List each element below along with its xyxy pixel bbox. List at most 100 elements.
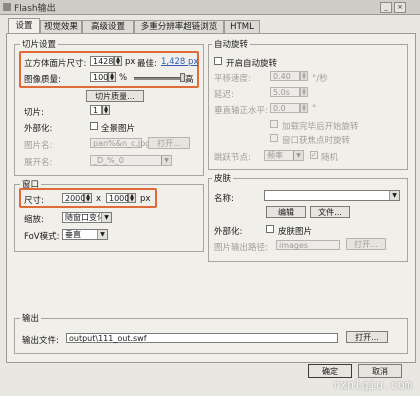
enable-autorotate-checkbox[interactable]	[214, 57, 222, 65]
tab-advanced[interactable]: 高级设置	[82, 20, 134, 34]
start-after-load-label: 加载完毕后开始旋转	[282, 122, 359, 132]
filename-select[interactable]: _D_%_0 ▼	[90, 155, 172, 166]
ok-button[interactable]: 确定	[308, 364, 352, 378]
speed-label: 平移速度:	[214, 74, 251, 84]
chevron-down-icon: ▼	[293, 151, 303, 160]
all-images-checkbox[interactable]	[90, 122, 98, 130]
skin-externalize-label: 外部化:	[214, 227, 243, 237]
watermark: rxnlqiu.com	[332, 378, 412, 392]
skin-legend: 皮肤	[212, 172, 234, 184]
random-label: 随机	[321, 153, 339, 163]
tab-visual-effects[interactable]: 视觉效果	[40, 20, 82, 34]
fov-mode-select[interactable]: 垂直 ▼	[62, 229, 108, 240]
title-bar: Flash输出 _ ×	[0, 0, 420, 15]
size-x-label: x	[96, 194, 102, 204]
slices-stepper[interactable]: ▲ ▼	[102, 105, 110, 115]
autorotate-legend: 自动旋转	[212, 38, 251, 50]
image-quality-input[interactable]: 100	[90, 72, 108, 82]
return-horizon-stepper[interactable]: ▲ ▼	[300, 103, 308, 113]
filename-value: _D_%_0	[93, 156, 124, 165]
image-quality-label: 图像质量:	[24, 75, 61, 85]
window-title: Flash输出	[14, 4, 56, 14]
app-icon	[3, 3, 11, 11]
image-quality-stepper[interactable]: ▲ ▼	[108, 72, 116, 82]
tab-multires[interactable]: 多重分辨率超链浏览	[134, 20, 224, 34]
quality-high-label: 高	[185, 75, 194, 85]
skin-edit-button[interactable]: 编辑	[266, 206, 306, 218]
delay-label: 延迟:	[214, 90, 234, 100]
output-open-button[interactable]: 打开...	[346, 331, 388, 343]
chevron-down-icon: ▼	[101, 213, 111, 222]
tab-label: 多重分辨率超链浏览	[140, 22, 218, 32]
cube-face-size-input[interactable]: 1428	[90, 56, 114, 66]
fov-value: 垂直	[65, 230, 81, 239]
image-output-path-label: 图片输出路径:	[214, 243, 268, 253]
tab-label: 视觉效果	[43, 22, 78, 32]
return-horizon-input[interactable]: 0.0	[270, 103, 300, 113]
cancel-button[interactable]: 取消	[358, 364, 402, 378]
window-width-stepper[interactable]: ▲ ▼	[84, 193, 92, 203]
cube-face-size-label: 立方体面片尺寸:	[24, 59, 87, 69]
random-checkbox[interactable]: ✓	[310, 151, 318, 159]
output-file-input[interactable]: output\111_out.swf	[66, 333, 338, 343]
scale-label: 缩放:	[24, 215, 44, 225]
tab-label: 设置	[15, 21, 33, 31]
window-width-input[interactable]: 2000	[62, 193, 85, 203]
rotate-on-focus-label: 窗口获焦点时旋转	[282, 136, 351, 146]
tab-html[interactable]: HTML	[224, 20, 260, 34]
image-name-input[interactable]: pan%&n_c.jpg	[90, 138, 150, 148]
window-size-label: 尺寸:	[24, 196, 44, 206]
all-images-label: 全景图片	[101, 124, 136, 134]
speed-input[interactable]: 0.40	[270, 71, 300, 81]
slices-label: 切片:	[24, 108, 44, 118]
tab-label: 高级设置	[90, 22, 125, 32]
tab-settings[interactable]: 设置	[8, 18, 40, 34]
image-name-label: 图片名:	[24, 141, 53, 151]
skin-name-select[interactable]: ▼	[264, 190, 400, 201]
minimize-icon[interactable]: _	[380, 2, 392, 13]
fov-mode-label: FoV模式:	[24, 232, 60, 242]
jump-node-value: 频率	[267, 151, 283, 160]
chevron-down-icon: ▼	[389, 191, 399, 200]
scale-select[interactable]: 随窗口变化 ▼	[62, 212, 112, 223]
skin-file-button[interactable]: 文件...	[310, 206, 350, 218]
speed-unit: °/秒	[312, 74, 328, 84]
return-horizon-label: 垂直轴正水平:	[214, 106, 268, 116]
window-height-stepper[interactable]: ▲ ▼	[128, 193, 136, 203]
rotate-on-focus-checkbox[interactable]	[270, 134, 278, 142]
image-quality-slider[interactable]	[134, 77, 182, 80]
delay-stepper[interactable]: ▲ ▼	[300, 87, 308, 97]
scale-value: 随窗口变化	[65, 213, 105, 222]
window-height-input[interactable]: 1000	[106, 193, 129, 203]
externalize-label: 外部化:	[24, 124, 53, 134]
slices-input[interactable]: 1	[90, 105, 102, 115]
best-value-link[interactable]: 1,428 px	[161, 57, 198, 67]
chevron-down-icon: ▼	[97, 230, 107, 239]
skin-images-checkbox[interactable]	[266, 225, 274, 233]
output-legend: 输出	[20, 312, 42, 324]
output-file-label: 输出文件:	[22, 336, 59, 346]
size-unit: px	[125, 57, 136, 67]
window-size-unit: px	[140, 194, 151, 204]
image-output-path-input[interactable]: images	[276, 240, 340, 250]
slice-settings-legend: 切片设置	[20, 38, 59, 50]
chevron-down-icon: ▼	[161, 156, 171, 165]
filename-label: 展开名:	[24, 158, 53, 168]
skin-images-label: 皮肤图片	[278, 227, 313, 237]
slice-quality-button[interactable]: 切片质量...	[86, 90, 144, 102]
jump-node-select[interactable]: 频率 ▼	[264, 150, 304, 161]
speed-stepper[interactable]: ▲ ▼	[300, 71, 308, 81]
delay-input[interactable]: 5.0s	[270, 87, 300, 97]
close-icon[interactable]: ×	[394, 2, 406, 13]
skin-name-label: 名称:	[214, 194, 234, 204]
quality-unit: %	[119, 73, 128, 83]
enable-autorotate-label: 开启自动旋转	[226, 59, 278, 69]
image-open-button[interactable]: 打开...	[148, 137, 190, 149]
jump-node-label: 跳跃节点:	[214, 153, 251, 163]
cube-face-size-stepper[interactable]: ▲ ▼	[114, 56, 122, 66]
tab-label: HTML	[230, 22, 254, 32]
return-horizon-unit: °	[312, 104, 317, 114]
skin-open-button[interactable]: 打开...	[346, 238, 386, 250]
best-label: 最佳:	[137, 59, 157, 69]
start-after-load-checkbox[interactable]	[270, 120, 278, 128]
